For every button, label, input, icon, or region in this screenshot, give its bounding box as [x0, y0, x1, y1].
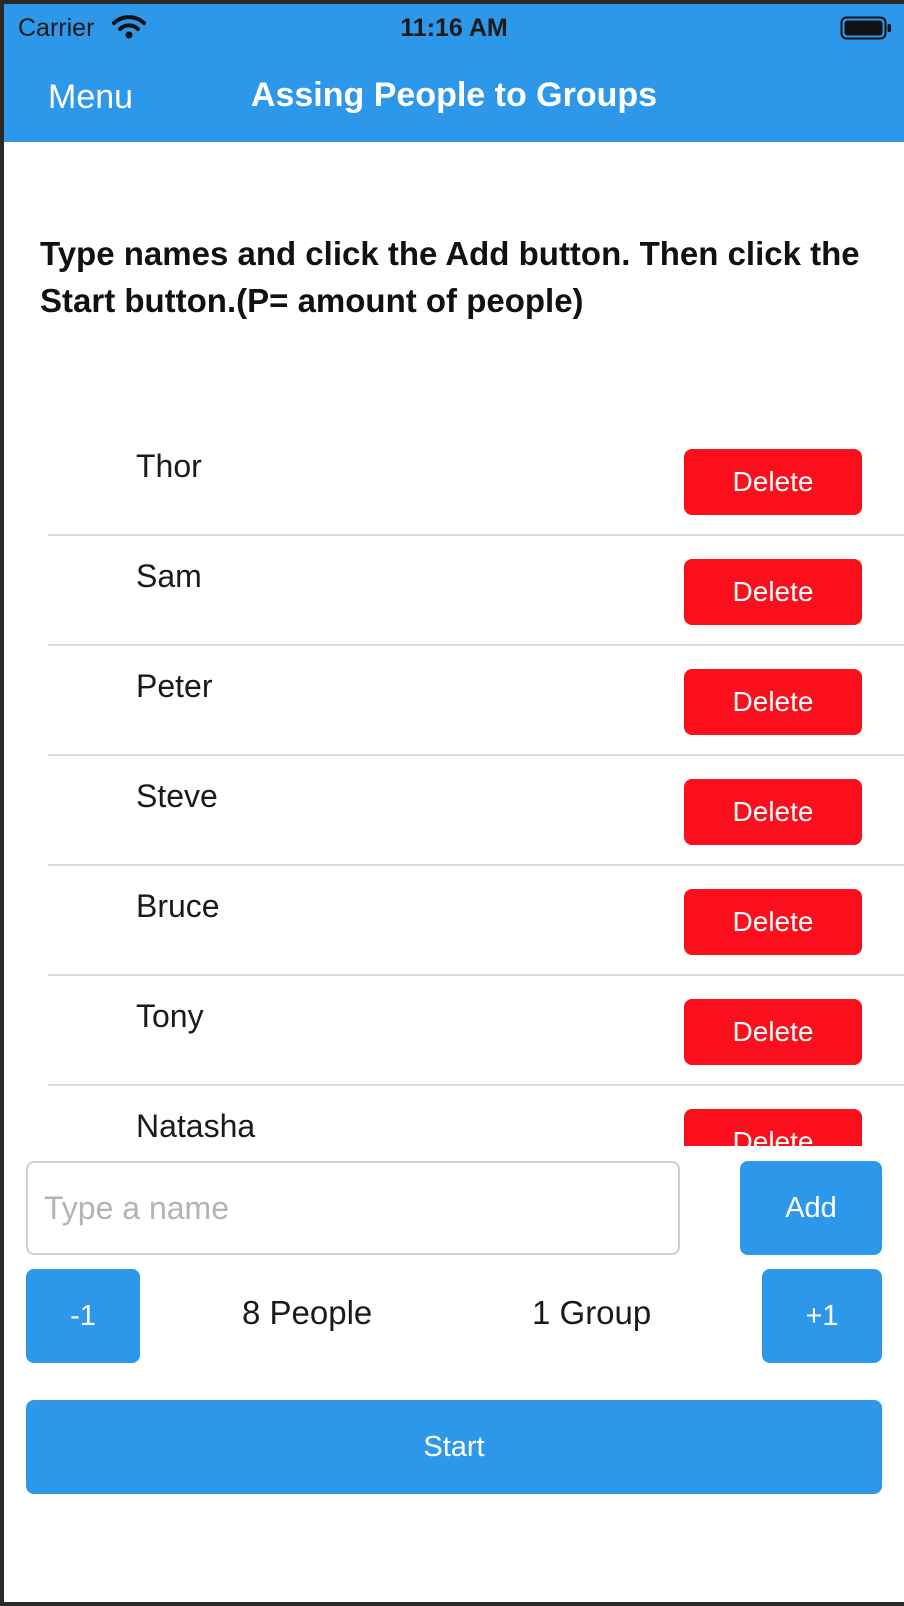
person-name: Natasha: [136, 1108, 256, 1144]
person-name: Peter: [136, 668, 213, 704]
decrement-group-button[interactable]: -1: [26, 1269, 140, 1363]
person-name: Sam: [136, 558, 202, 594]
person-name: Thor: [136, 448, 202, 484]
add-button[interactable]: Add: [740, 1161, 882, 1255]
list-item: Sam Delete: [48, 534, 904, 646]
delete-button[interactable]: Delete: [684, 1109, 862, 1146]
people-count: 8 People: [242, 1294, 373, 1331]
list-item: Steve Delete: [48, 754, 904, 866]
list-item: Thor Delete: [48, 424, 904, 536]
name-input[interactable]: [26, 1161, 680, 1255]
navigation-bar: Carrier 11:16 AM Menu Assing People to G…: [4, 4, 904, 142]
app-screen: Carrier 11:16 AM Menu Assing People to G…: [4, 4, 904, 1602]
increment-group-button[interactable]: +1: [762, 1269, 882, 1363]
person-name: Tony: [136, 998, 204, 1034]
people-list[interactable]: Thor Delete Sam Delete Peter Delete Stev…: [4, 424, 904, 1146]
person-name: Bruce: [136, 888, 220, 924]
clock-label: 11:16 AM: [400, 14, 508, 42]
start-button[interactable]: Start: [26, 1400, 882, 1494]
list-item: Peter Delete: [48, 644, 904, 756]
delete-button[interactable]: Delete: [684, 999, 862, 1065]
delete-button[interactable]: Delete: [684, 889, 862, 955]
list-item: Tony Delete: [48, 974, 904, 1086]
delete-button[interactable]: Delete: [684, 559, 862, 625]
group-count: 1 Group: [532, 1294, 652, 1331]
list-item: Bruce Delete: [48, 864, 904, 976]
delete-button[interactable]: Delete: [684, 449, 862, 515]
delete-button[interactable]: Delete: [684, 669, 862, 735]
battery-icon: [840, 16, 891, 40]
page-title: Assing People to Groups: [250, 76, 658, 114]
delete-button[interactable]: Delete: [684, 779, 862, 845]
instructions-text: Type names and click the Add button. The…: [40, 235, 860, 319]
list-item: Natasha Delete: [48, 1084, 904, 1146]
person-name: Steve: [136, 778, 218, 814]
